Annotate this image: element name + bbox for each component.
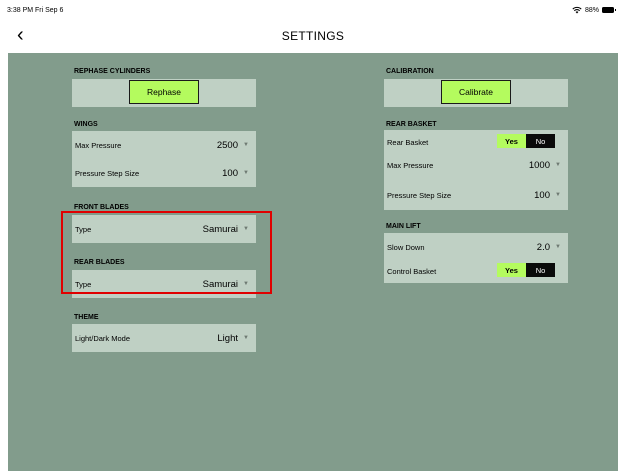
wings-max-pressure-value: 2500: [216, 139, 238, 151]
rear-basket-box: Rear Basket Yes No Max Pressure 1000 ▼ P…: [384, 130, 568, 210]
rear-basket-step-size-label: Pressure Step Size: [387, 190, 452, 200]
rephase-box: Rephase: [72, 79, 256, 107]
main-lift-slow-down-value: 2.0: [536, 241, 550, 253]
main-lift-control-basket-label: Control Basket: [387, 266, 437, 276]
rephase-button[interactable]: Rephase: [129, 80, 199, 104]
rear-basket-step-size-row[interactable]: Pressure Step Size 100 ▼: [384, 181, 568, 209]
theme-mode-row[interactable]: Light/Dark Mode Light ▼: [72, 324, 256, 352]
battery-percent: 88%: [584, 6, 599, 14]
theme-mode-label: Light/Dark Mode: [75, 333, 131, 343]
chevron-down-icon[interactable]: ▼: [243, 335, 249, 341]
section-title-theme: THEME: [74, 314, 99, 321]
section-title-wings: WINGS: [74, 121, 98, 128]
status-time: 3:38 PM Fri Sep 6: [7, 7, 64, 14]
toggle-yes[interactable]: Yes: [497, 263, 526, 277]
page-title: SETTINGS: [281, 29, 345, 43]
wings-max-pressure-label: Max Pressure: [75, 140, 122, 150]
chevron-down-icon[interactable]: ▼: [555, 192, 561, 198]
chevron-down-icon[interactable]: ▼: [555, 244, 561, 250]
section-title-calibration: CALIBRATION: [386, 68, 434, 75]
wings-max-pressure-row[interactable]: Max Pressure 2500 ▼: [72, 131, 256, 159]
toggle-no[interactable]: No: [526, 263, 555, 277]
rear-basket-max-pressure-value: 1000: [528, 159, 550, 171]
battery-icon: [602, 7, 616, 13]
main-lift-box: Slow Down 2.0 ▼ Control Basket Yes No: [384, 233, 568, 283]
rear-basket-toggle[interactable]: Yes No: [497, 134, 555, 148]
wings-step-size-label: Pressure Step Size: [75, 168, 140, 178]
chevron-down-icon[interactable]: ▼: [243, 170, 249, 176]
section-title-rephase: REPHASE CYLINDERS: [74, 68, 151, 75]
control-basket-toggle[interactable]: Yes No: [497, 263, 555, 277]
status-indicators: 88%: [572, 6, 616, 14]
section-title-front-blades: FRONT BLADES: [74, 204, 129, 211]
status-bar: 3:38 PM Fri Sep 6 88%: [0, 0, 626, 20]
theme-box: Light/Dark Mode Light ▼: [72, 324, 256, 352]
section-title-rear-basket: REAR BASKET: [386, 121, 437, 128]
theme-mode-value: Light: [217, 332, 238, 344]
wings-step-size-row[interactable]: Pressure Step Size 100 ▼: [72, 159, 256, 187]
main-lift-slow-down-row[interactable]: Slow Down 2.0 ▼: [384, 233, 568, 261]
wings-step-size-value: 100: [222, 167, 238, 179]
rear-basket-max-pressure-row[interactable]: Max Pressure 1000 ▼: [384, 151, 568, 179]
nav-bar: ‹ SETTINGS: [0, 20, 626, 53]
chevron-down-icon[interactable]: ▼: [243, 142, 249, 148]
calibration-box: Calibrate: [384, 79, 568, 107]
wifi-icon: [572, 6, 582, 14]
main-lift-slow-down-label: Slow Down: [387, 242, 425, 252]
toggle-no[interactable]: No: [526, 134, 555, 148]
rear-basket-max-pressure-label: Max Pressure: [387, 160, 434, 170]
chevron-down-icon[interactable]: ▼: [555, 162, 561, 168]
rear-basket-step-size-value: 100: [534, 189, 550, 201]
wings-box: Max Pressure 2500 ▼ Pressure Step Size 1…: [72, 131, 256, 187]
main-lift-control-basket-row: Control Basket Yes No: [384, 259, 568, 283]
highlight-box: [61, 211, 272, 294]
calibrate-button[interactable]: Calibrate: [441, 80, 511, 104]
toggle-yes[interactable]: Yes: [497, 134, 526, 148]
rear-basket-label: Rear Basket: [387, 137, 429, 147]
section-title-main-lift: MAIN LIFT: [386, 223, 421, 230]
